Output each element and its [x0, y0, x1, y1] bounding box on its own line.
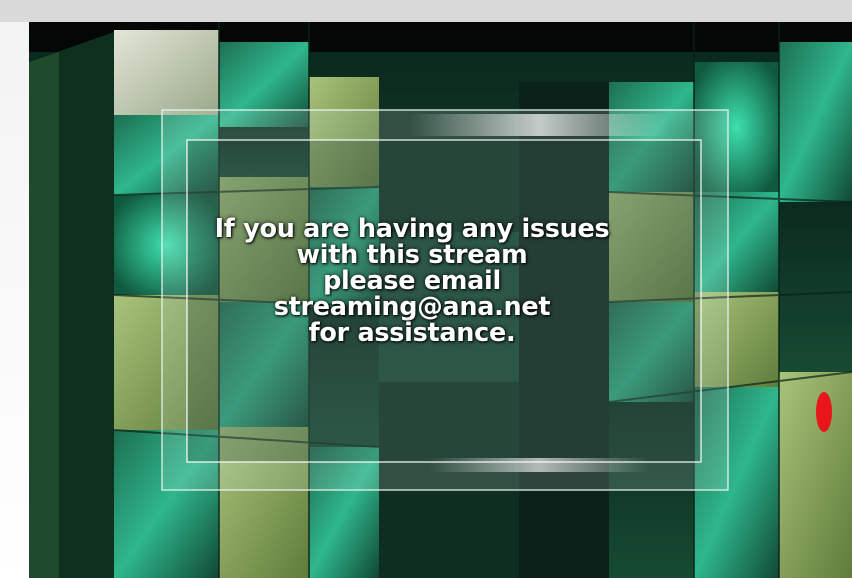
message-line: please email: [323, 266, 501, 296]
browser-top-bar: [0, 0, 852, 22]
stream-support-message: If you are having any issues with this s…: [197, 216, 627, 346]
message-line: for assistance.: [308, 318, 516, 348]
page-left-margin: [0, 22, 29, 578]
message-line: If you are having any issues: [214, 214, 610, 244]
video-player[interactable]: If you are having any issues with this s…: [29, 22, 852, 578]
message-line: with this stream: [296, 240, 528, 270]
support-email: streaming@ana.net: [273, 292, 551, 322]
live-indicator-icon: [816, 392, 832, 432]
